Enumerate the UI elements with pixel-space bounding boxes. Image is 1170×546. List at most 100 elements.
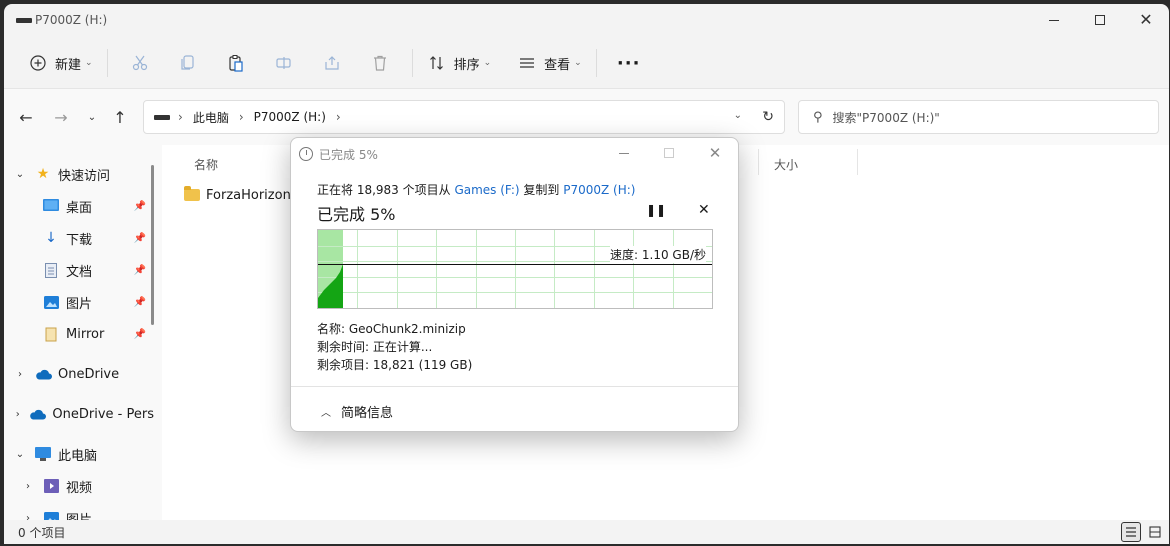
chevron-down-icon: ⌄ [87,111,97,123]
delete-button[interactable] [356,47,404,79]
sidebar-item-this-pc[interactable]: ⌄ 此电脑 [4,438,154,470]
sidebar-item-label: 此电脑 [58,448,98,464]
sidebar-item-label: OneDrive - Pers [52,406,154,422]
rename-button[interactable] [260,47,308,79]
toolbar-divider [106,49,108,77]
search-icon: ⚲ [813,109,823,125]
sidebar-item-pictures[interactable]: 图片 📌 [4,286,154,318]
sidebar-item-mirror[interactable]: Mirror 📌 [4,318,154,350]
plus-circle-icon [28,53,48,73]
star-icon: ★ [36,166,50,182]
items-remaining-line: 剩余项目: 18,821 (119 GB) [317,358,473,372]
source-link[interactable]: Games (F:) [454,183,519,197]
breadcrumb-separator-icon: › [178,110,183,124]
sidebar-item-pictures-pc[interactable]: › 图片 [4,502,154,520]
dialog-close-button[interactable]: ✕ [700,143,730,163]
close-button[interactable]: ✕ [1123,4,1169,36]
arrow-right-icon: → [54,107,68,127]
details-view-button[interactable] [1121,522,1141,542]
sidebar-item-label: 桌面 [66,200,93,216]
dialog-minimize-button[interactable] [609,143,639,163]
sort-button[interactable]: 排序 ⌄ [421,47,498,79]
speed-label: 速度: 1.10 GB/秒 [610,246,706,263]
chevron-right-icon[interactable]: › [22,513,34,521]
column-divider[interactable] [758,149,759,175]
forward-button[interactable]: → [51,107,71,127]
pause-button[interactable]: ❚❚ [646,203,666,217]
sidebar-item-label: 图片 [66,296,93,312]
column-header-name[interactable]: 名称 [194,156,218,173]
pin-icon[interactable]: 📌 [134,201,146,212]
sidebar-item-documents[interactable]: 文档 📌 [4,254,154,286]
minimize-icon [1049,19,1059,21]
search-box[interactable]: ⚲ 搜索"P7000Z (H:)" [798,100,1159,134]
command-bar: 新建 ⌄ 排序 ⌄ 查看 ⌄ ··· [4,38,1169,88]
stop-button[interactable]: ✕ [698,202,710,218]
navigation-pane: ⌄ ★ 快速访问 桌面 📌 ↓ 下载 📌 文档 📌 图片 📌 Mirror 📌 [4,145,162,520]
maximize-button[interactable] [1077,4,1123,36]
window-title: P7000Z (H:) [35,13,108,27]
list-view-icon [517,53,537,73]
sidebar-item-desktop[interactable]: 桌面 📌 [4,190,154,222]
close-icon: ✕ [708,144,722,162]
sort-label: 排序 [453,57,480,73]
more-button[interactable]: ··· [605,47,653,79]
pin-icon[interactable]: 📌 [134,233,146,244]
drive-icon [16,18,32,23]
cut-button[interactable] [116,47,164,79]
chevron-right-icon[interactable]: › [14,369,26,380]
pin-icon[interactable]: 📌 [134,265,146,276]
list-item[interactable]: ForzaHorizon5 [184,183,299,207]
back-button[interactable]: ← [16,107,36,127]
column-header-size[interactable]: 大小 [774,156,798,173]
refresh-icon[interactable]: ↻ [762,109,774,125]
pin-icon[interactable]: 📌 [134,329,146,340]
breadcrumb-drive[interactable]: P7000Z (H:) [254,110,326,124]
paste-button[interactable] [212,47,260,79]
maximize-icon [664,148,674,158]
toolbar-divider [595,49,597,77]
sidebar-scrollbar[interactable] [151,165,154,325]
tiles-view-button[interactable] [1145,522,1165,542]
chevron-right-icon[interactable]: › [14,409,21,420]
fewer-details-button[interactable]: ︿ 简略信息 [321,402,393,421]
status-bar: 0 个项目 [4,520,1169,544]
stop-icon: ✕ [698,202,710,218]
sidebar-item-videos[interactable]: › 视频 [4,470,154,502]
chevron-down-icon[interactable]: ⌄ [14,169,26,180]
view-label: 查看 [544,57,571,73]
column-divider[interactable] [857,149,858,175]
copy-button[interactable] [164,47,212,79]
new-button[interactable]: 新建 ⌄ [22,47,99,79]
sidebar-item-label: 视频 [66,480,93,496]
download-icon: ↓ [45,230,57,246]
clock-icon [299,147,313,161]
address-dropdown-icon[interactable]: ⌄ [734,110,742,121]
sidebar-item-onedrive[interactable]: › OneDrive [4,358,154,390]
sidebar-item-label: 下载 [66,232,93,248]
sidebar-item-label: Mirror [66,326,105,342]
share-button[interactable] [308,47,356,79]
destination-link[interactable]: P7000Z (H:) [563,183,635,197]
copy-description-middle: 复制到 [519,183,564,197]
pin-icon[interactable]: 📌 [134,297,146,308]
dialog-maximize-button[interactable] [654,143,684,163]
sidebar-item-quick-access[interactable]: ⌄ ★ 快速访问 [4,158,154,190]
recent-locations-button[interactable]: ⌄ [82,107,102,127]
up-button[interactable]: ↑ [110,107,130,127]
sidebar-item-downloads[interactable]: ↓ 下载 📌 [4,222,154,254]
minimize-button[interactable] [1031,4,1077,36]
address-bar[interactable]: › 此电脑 › P7000Z (H:) › ⌄ ↻ [143,100,785,134]
details-view-icon [1126,527,1136,537]
folder-icon [184,186,200,201]
pictures-icon [42,293,60,311]
arrow-left-icon: ← [19,107,33,127]
sidebar-item-onedrive-personal[interactable]: › OneDrive - Pers [4,398,154,430]
cloud-icon [34,365,52,383]
chevron-down-icon[interactable]: ⌄ [14,449,26,460]
toolbar-divider [411,49,413,77]
chevron-right-icon[interactable]: › [22,481,34,492]
breadcrumb-this-pc[interactable]: 此电脑 [193,109,229,126]
view-button[interactable]: 查看 ⌄ [511,47,588,79]
item-count: 0 个项目 [18,525,66,540]
